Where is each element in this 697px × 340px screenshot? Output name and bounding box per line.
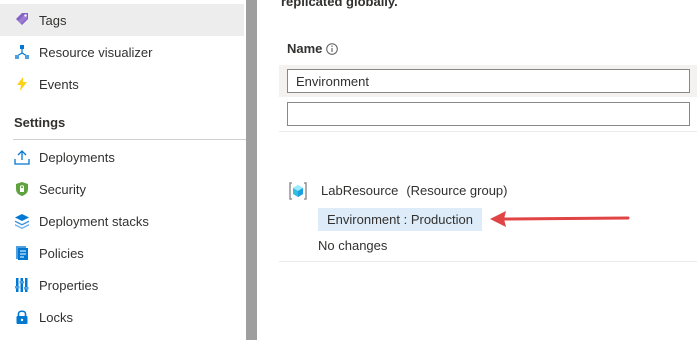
divider bbox=[279, 261, 697, 262]
sidebar-item-label: Policies bbox=[39, 245, 84, 261]
resource-name: LabResource (Resource group) bbox=[321, 183, 507, 198]
sidebar-item-label: Deployments bbox=[39, 149, 115, 165]
sidebar-item-label: Tags bbox=[39, 12, 67, 28]
settings-section-header: Settings bbox=[14, 115, 66, 130]
upload-icon bbox=[13, 148, 31, 166]
tags-pane: replicated globally. Name LabResource (Re… bbox=[257, 0, 697, 340]
stack-icon bbox=[13, 212, 31, 230]
sidebar-item-properties[interactable]: Properties bbox=[0, 269, 244, 301]
sidebar-item-label: Security bbox=[39, 181, 86, 197]
sidebar-item-label: Properties bbox=[39, 277, 99, 293]
info-icon[interactable] bbox=[326, 42, 339, 55]
name-label: Name bbox=[287, 41, 323, 56]
sidebar-item-label: Locks bbox=[39, 309, 73, 325]
new-tag-name-input[interactable] bbox=[287, 102, 690, 126]
sidebar-item-tags[interactable]: Tags bbox=[0, 4, 244, 36]
tag-name-input[interactable] bbox=[287, 69, 690, 93]
sidebar-item-deployments[interactable]: Deployments bbox=[0, 141, 244, 173]
sidebar-item-locks[interactable]: Locks bbox=[0, 301, 244, 333]
lock-icon bbox=[13, 308, 31, 326]
lightning-icon bbox=[13, 75, 31, 93]
properties-icon bbox=[13, 276, 31, 294]
change-status: No changes bbox=[318, 238, 388, 253]
sidebar-item-deployment-stacks[interactable]: Deployment stacks bbox=[0, 205, 244, 237]
sidebar: Tags Resource visualizer Events Settings… bbox=[0, 0, 252, 340]
sidebar-item-label: Resource visualizer bbox=[39, 44, 153, 60]
sidebar-item-resource-visualizer[interactable]: Resource visualizer bbox=[0, 36, 244, 68]
name-column-header: Name bbox=[287, 41, 339, 56]
resource-name-text: LabResource bbox=[321, 183, 399, 198]
sidebar-item-events[interactable]: Events bbox=[0, 68, 244, 100]
section-divider bbox=[13, 139, 252, 140]
sidebar-item-label: Deployment stacks bbox=[39, 213, 149, 229]
divider bbox=[279, 131, 697, 132]
shield-icon bbox=[13, 180, 31, 198]
resource-type: (Resource group) bbox=[406, 183, 508, 198]
sidebar-item-security[interactable]: Security bbox=[0, 173, 244, 205]
intro-text: replicated globally. bbox=[281, 0, 398, 9]
sidebar-item-label: Events bbox=[39, 76, 79, 92]
pane-splitter[interactable] bbox=[246, 0, 257, 340]
resource-visualizer-icon bbox=[13, 43, 31, 61]
annotation-arrow bbox=[490, 211, 630, 227]
sidebar-item-policies[interactable]: Policies bbox=[0, 237, 244, 269]
tag-change-chip: Environment : Production bbox=[318, 208, 482, 231]
tag-icon bbox=[13, 11, 31, 29]
policy-icon bbox=[13, 244, 31, 262]
resource-group-icon bbox=[288, 181, 308, 201]
